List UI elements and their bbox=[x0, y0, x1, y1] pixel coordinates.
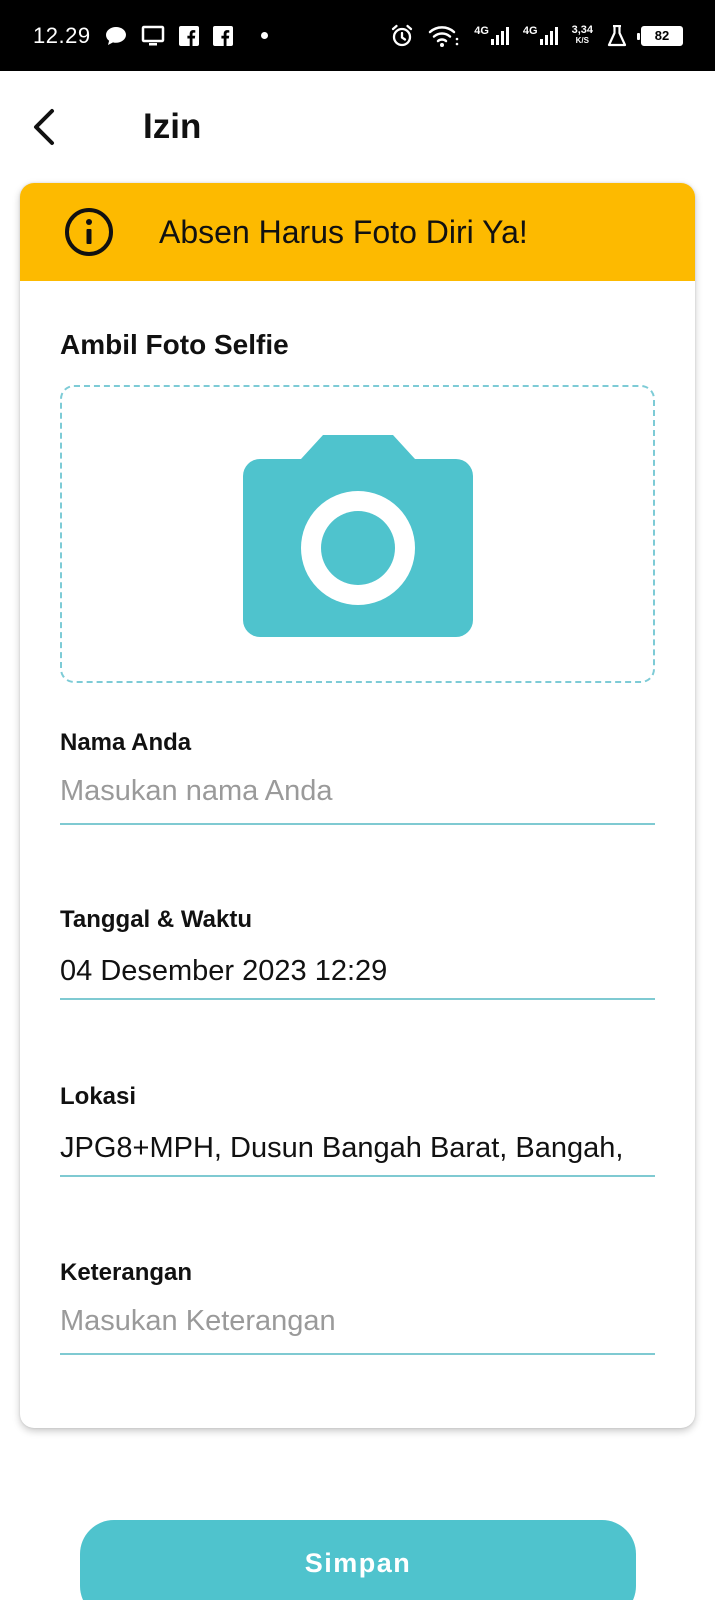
back-button[interactable] bbox=[24, 103, 66, 151]
notice-banner: Absen Harus Foto Diri Ya! bbox=[20, 183, 695, 281]
save-button[interactable]: Simpan bbox=[80, 1520, 636, 1600]
facebook-icon bbox=[178, 25, 199, 46]
signal-icon: 4G bbox=[474, 24, 509, 45]
form-card: Absen Harus Foto Diri Ya! Ambil Foto Sel… bbox=[20, 183, 695, 1428]
signal-icon: 4G bbox=[522, 24, 558, 45]
status-left: 12.29 bbox=[33, 23, 268, 49]
monitor-icon bbox=[141, 25, 165, 47]
selfie-photo-picker[interactable] bbox=[60, 385, 655, 683]
battery-level: 82 bbox=[654, 28, 670, 43]
network-speed-unit: K/S bbox=[575, 36, 589, 45]
page-title: Izin bbox=[143, 107, 202, 146]
name-input[interactable] bbox=[60, 769, 655, 825]
note-input[interactable] bbox=[60, 1299, 655, 1355]
notice-text: Absen Harus Foto Diri Ya! bbox=[159, 213, 528, 250]
location-label: Lokasi bbox=[60, 1083, 137, 1110]
wifi-icon bbox=[428, 24, 460, 48]
alarm-icon bbox=[390, 24, 414, 48]
status-time: 12.29 bbox=[33, 22, 91, 48]
app-header: Izin bbox=[0, 71, 715, 181]
flask-icon bbox=[607, 24, 627, 47]
back-arrow-icon bbox=[34, 109, 54, 145]
datetime-field[interactable]: 04 Desember 2023 12:29 bbox=[60, 944, 655, 1000]
camera-icon bbox=[242, 435, 473, 637]
network-speed: 3,34 K/S bbox=[572, 25, 593, 46]
location-field[interactable]: JPG8+MPH, Dusun Bangah Barat, Bangah, bbox=[60, 1121, 655, 1177]
network-type-label: 4G bbox=[522, 24, 538, 37]
network-type-label: 4G bbox=[474, 24, 489, 37]
network-speed-value: 3,34 bbox=[571, 24, 593, 36]
datetime-label: Tanggal & Waktu bbox=[60, 906, 252, 933]
photo-label: Ambil Foto Selfie bbox=[60, 329, 289, 360]
facebook-icon bbox=[212, 25, 233, 46]
status-right: 4G 4G 3,34 K/S 82 bbox=[390, 24, 683, 48]
info-icon bbox=[65, 208, 113, 256]
status-bar: 12.29 4G 4G 3,34 K/S 82 bbox=[0, 0, 715, 71]
chat-bubble-icon bbox=[105, 26, 127, 46]
battery-icon: 82 bbox=[637, 25, 683, 46]
notification-dot bbox=[260, 32, 268, 39]
name-label: Nama Anda bbox=[60, 729, 192, 756]
note-label: Keterangan bbox=[60, 1259, 193, 1286]
